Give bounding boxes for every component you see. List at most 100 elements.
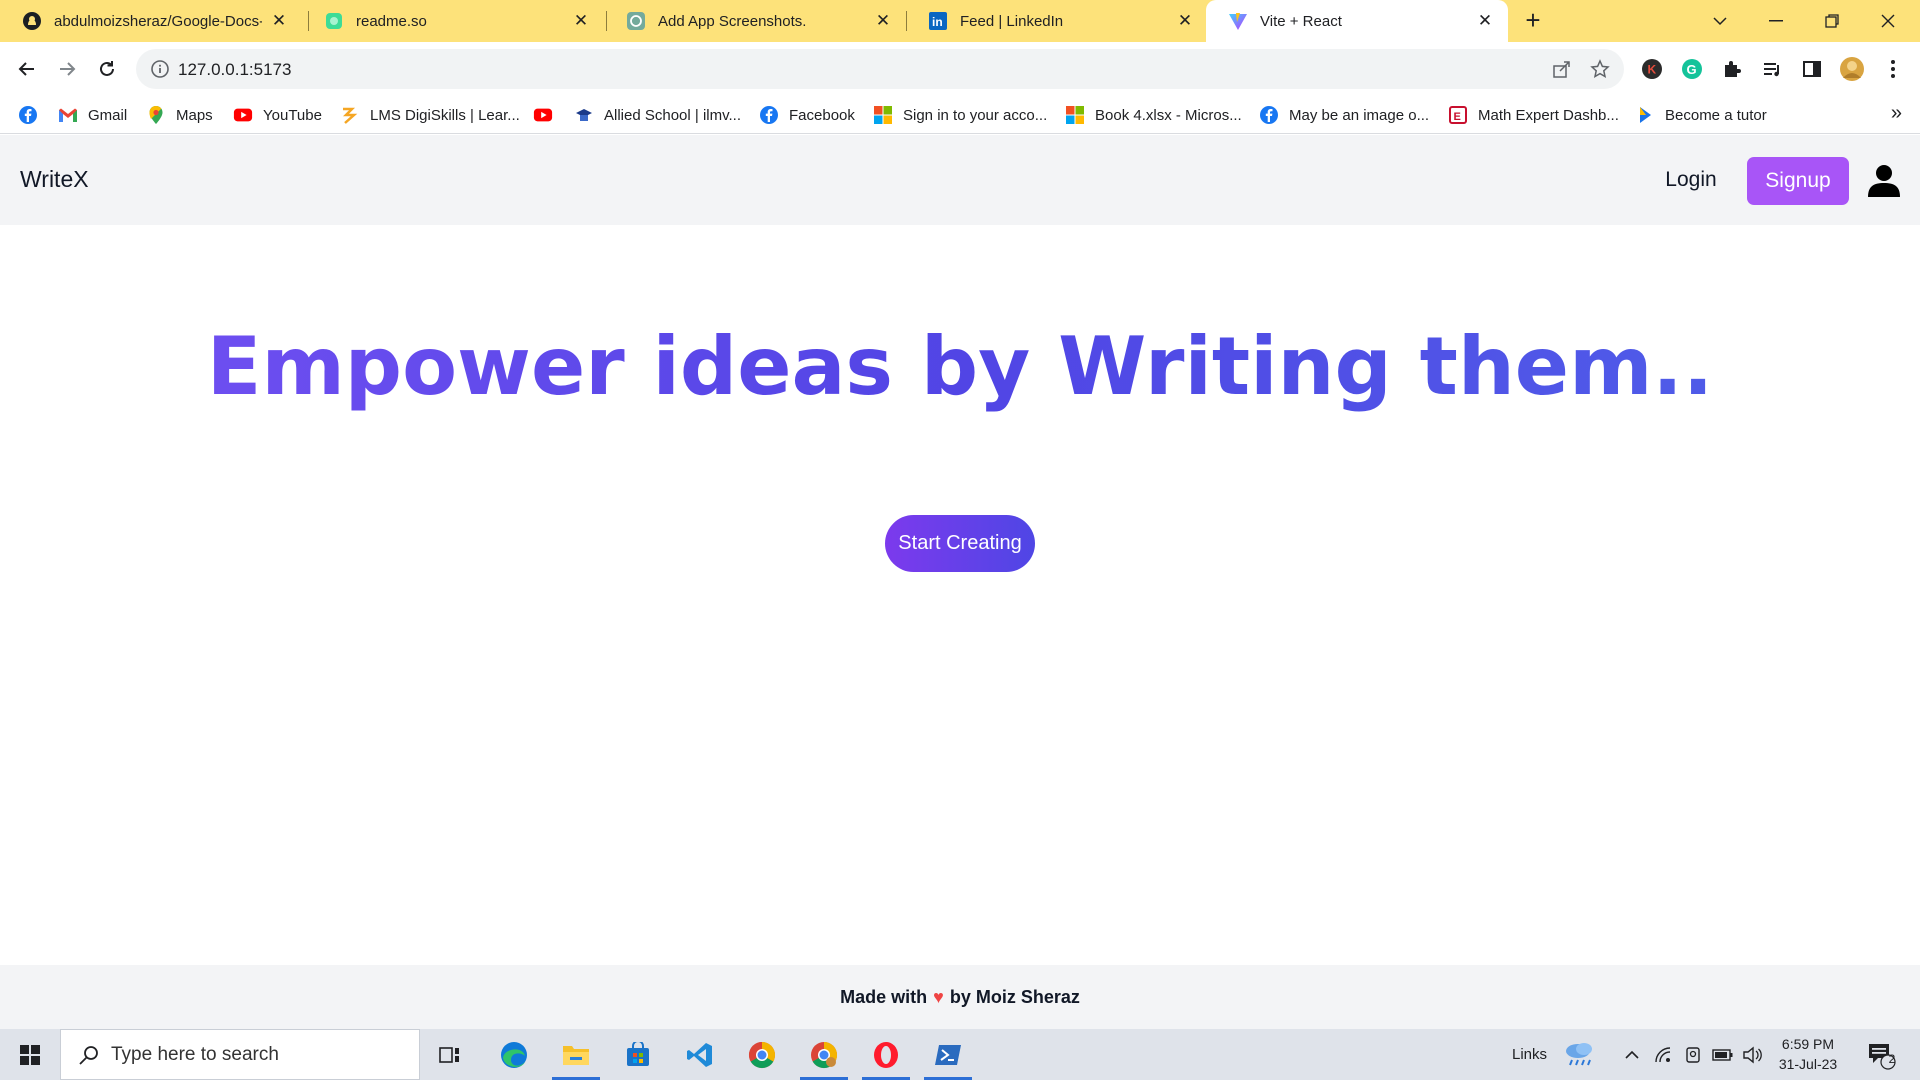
bookmark-youtube-2[interactable] (533, 104, 563, 126)
side-panel-icon[interactable] (1799, 56, 1825, 82)
weather-icon[interactable] (1562, 1029, 1596, 1080)
bookmarks-overflow-icon[interactable]: » (1891, 102, 1902, 125)
extensions-puzzle-icon[interactable] (1719, 56, 1745, 82)
url-text: 127.0.0.1:5173 (178, 60, 292, 79)
close-icon[interactable]: ✕ (1176, 12, 1194, 30)
microsoft-store-icon[interactable] (612, 1029, 664, 1080)
meet-now-icon[interactable] (1684, 1029, 1702, 1080)
powershell-icon[interactable] (922, 1029, 974, 1080)
back-icon[interactable] (12, 54, 42, 84)
openai-icon (626, 11, 646, 31)
footer-prefix: Made with (840, 986, 928, 1007)
bookmark-youtube[interactable]: YouTube (233, 104, 322, 126)
browser-tab[interactable]: Add App Screenshots. ✕ (604, 0, 906, 42)
start-creating-button[interactable]: Start Creating (885, 515, 1035, 572)
close-icon[interactable]: ✕ (270, 12, 288, 30)
chevron-up-icon[interactable] (1624, 1029, 1640, 1080)
signup-button[interactable]: Signup (1747, 157, 1849, 205)
bookmark-allied-school[interactable]: Allied School | ilmv... (574, 104, 741, 126)
close-icon[interactable]: ✕ (1476, 12, 1494, 30)
heart-icon: ♥ (933, 986, 944, 1007)
links-toolbar[interactable]: Links (1512, 1029, 1547, 1080)
share-icon[interactable] (1552, 59, 1572, 79)
taskbar-search-input[interactable]: Type here to search (60, 1029, 420, 1080)
opera-icon[interactable] (860, 1029, 912, 1080)
chrome-icon[interactable] (736, 1029, 788, 1080)
browser-menu-icon[interactable] (1880, 56, 1906, 82)
bookmark-label: Become a tutor (1665, 106, 1767, 124)
network-icon[interactable] (1654, 1029, 1672, 1080)
bookmark-label: YouTube (263, 106, 322, 124)
task-view-icon[interactable] (424, 1029, 476, 1080)
bookmark-math-expert[interactable]: E Math Expert Dashb... (1448, 104, 1619, 126)
window-close-icon[interactable] (1860, 0, 1916, 42)
bookmark-maps[interactable]: Maps (146, 104, 213, 126)
address-bar[interactable]: 127.0.0.1:5173 (136, 49, 1624, 89)
hero-title-text: Empower ideas by Writing them.. (206, 320, 1714, 413)
search-placeholder: Type here to search (111, 1043, 279, 1065)
bookmark-label: Allied School | ilmv... (604, 106, 741, 124)
clock-time: 6:59 PM (1781, 1036, 1835, 1052)
bookmark-facebook[interactable] (18, 104, 48, 126)
bookmark-label: Math Expert Dashb... (1478, 106, 1619, 124)
bookmark-star-icon[interactable] (1590, 59, 1610, 79)
browser-tab[interactable]: readme.so ✕ (302, 0, 604, 42)
chrome-profile-icon[interactable] (798, 1029, 850, 1080)
bookmark-gmail[interactable]: Gmail (58, 104, 127, 126)
maps-icon (146, 105, 166, 125)
footer-suffix: by Moiz Sheraz (949, 986, 1080, 1007)
windows-taskbar: Type here to search Links 6:59 PM 31-Jul… (0, 1029, 1920, 1080)
browser-toolbar: 127.0.0.1:5173 K G (0, 42, 1920, 96)
bookmark-book4[interactable]: Book 4.xlsx - Micros... (1065, 104, 1242, 126)
tutor-icon (1635, 105, 1655, 125)
extension-k-icon[interactable]: K (1639, 56, 1665, 82)
profile-avatar[interactable] (1839, 56, 1865, 82)
browser-tab[interactable]: in Feed | LinkedIn ✕ (906, 0, 1208, 42)
clock-date: 31-Jul-23 (1778, 1056, 1838, 1072)
readme-icon (324, 11, 344, 31)
svg-text:K: K (1648, 63, 1657, 77)
grammarly-icon[interactable]: G (1679, 56, 1705, 82)
battery-icon[interactable] (1712, 1029, 1734, 1080)
restore-icon[interactable] (1804, 0, 1860, 42)
facebook-icon (18, 105, 38, 125)
footer: Made with ♥ by Moiz Sheraz (0, 965, 1920, 1029)
file-explorer-icon[interactable] (550, 1029, 602, 1080)
edge-icon[interactable] (488, 1029, 540, 1080)
minimize-icon[interactable] (1748, 0, 1804, 42)
browser-tab[interactable]: abdulmoizsheraz/Google-Docs-C ✕ (0, 0, 302, 42)
close-icon[interactable]: ✕ (572, 12, 590, 30)
bookmark-become-tutor[interactable]: Become a tutor (1635, 104, 1767, 126)
microsoft-icon (1065, 105, 1085, 125)
login-button[interactable]: Login (1652, 159, 1730, 201)
youtube-icon (233, 105, 253, 125)
info-icon[interactable] (150, 59, 170, 79)
close-icon[interactable]: ✕ (874, 12, 892, 30)
bookmark-facebook-2[interactable]: Facebook (759, 104, 855, 126)
school-icon (574, 105, 594, 125)
app-navbar: WriteX Login Signup (0, 135, 1920, 225)
bookmark-digiskills[interactable]: LMS DigiSkills | Lear... (340, 104, 520, 126)
forward-icon[interactable] (52, 54, 82, 84)
notifications-icon[interactable]: 2 (1866, 1029, 1896, 1080)
bookmark-microsoft-signin[interactable]: Sign in to your acco... (873, 104, 1047, 126)
notification-count: 2 (1888, 1052, 1896, 1066)
vscode-icon[interactable] (674, 1029, 726, 1080)
bookmark-facebook-image[interactable]: May be an image o... (1259, 104, 1429, 126)
windows-start-icon[interactable] (0, 1029, 60, 1080)
browser-tab-active[interactable]: Vite + React ✕ (1206, 0, 1508, 42)
tab-title: Add App Screenshots. (658, 12, 807, 30)
digiskills-icon (340, 105, 360, 125)
linkedin-icon: in (928, 11, 948, 31)
media-queue-icon[interactable] (1759, 56, 1785, 82)
tab-search-icon[interactable] (1692, 0, 1748, 42)
volume-icon[interactable] (1742, 1029, 1762, 1080)
brand-logo[interactable]: WriteX (20, 166, 89, 193)
new-tab-button[interactable]: + (1518, 6, 1548, 36)
user-icon[interactable] (1866, 163, 1902, 199)
system-clock[interactable]: 6:59 PM 31-Jul-23 (1768, 1034, 1848, 1074)
links-label: Links (1512, 1046, 1548, 1063)
github-icon (22, 11, 42, 31)
reload-icon[interactable] (92, 54, 122, 84)
facebook-icon (759, 105, 779, 125)
